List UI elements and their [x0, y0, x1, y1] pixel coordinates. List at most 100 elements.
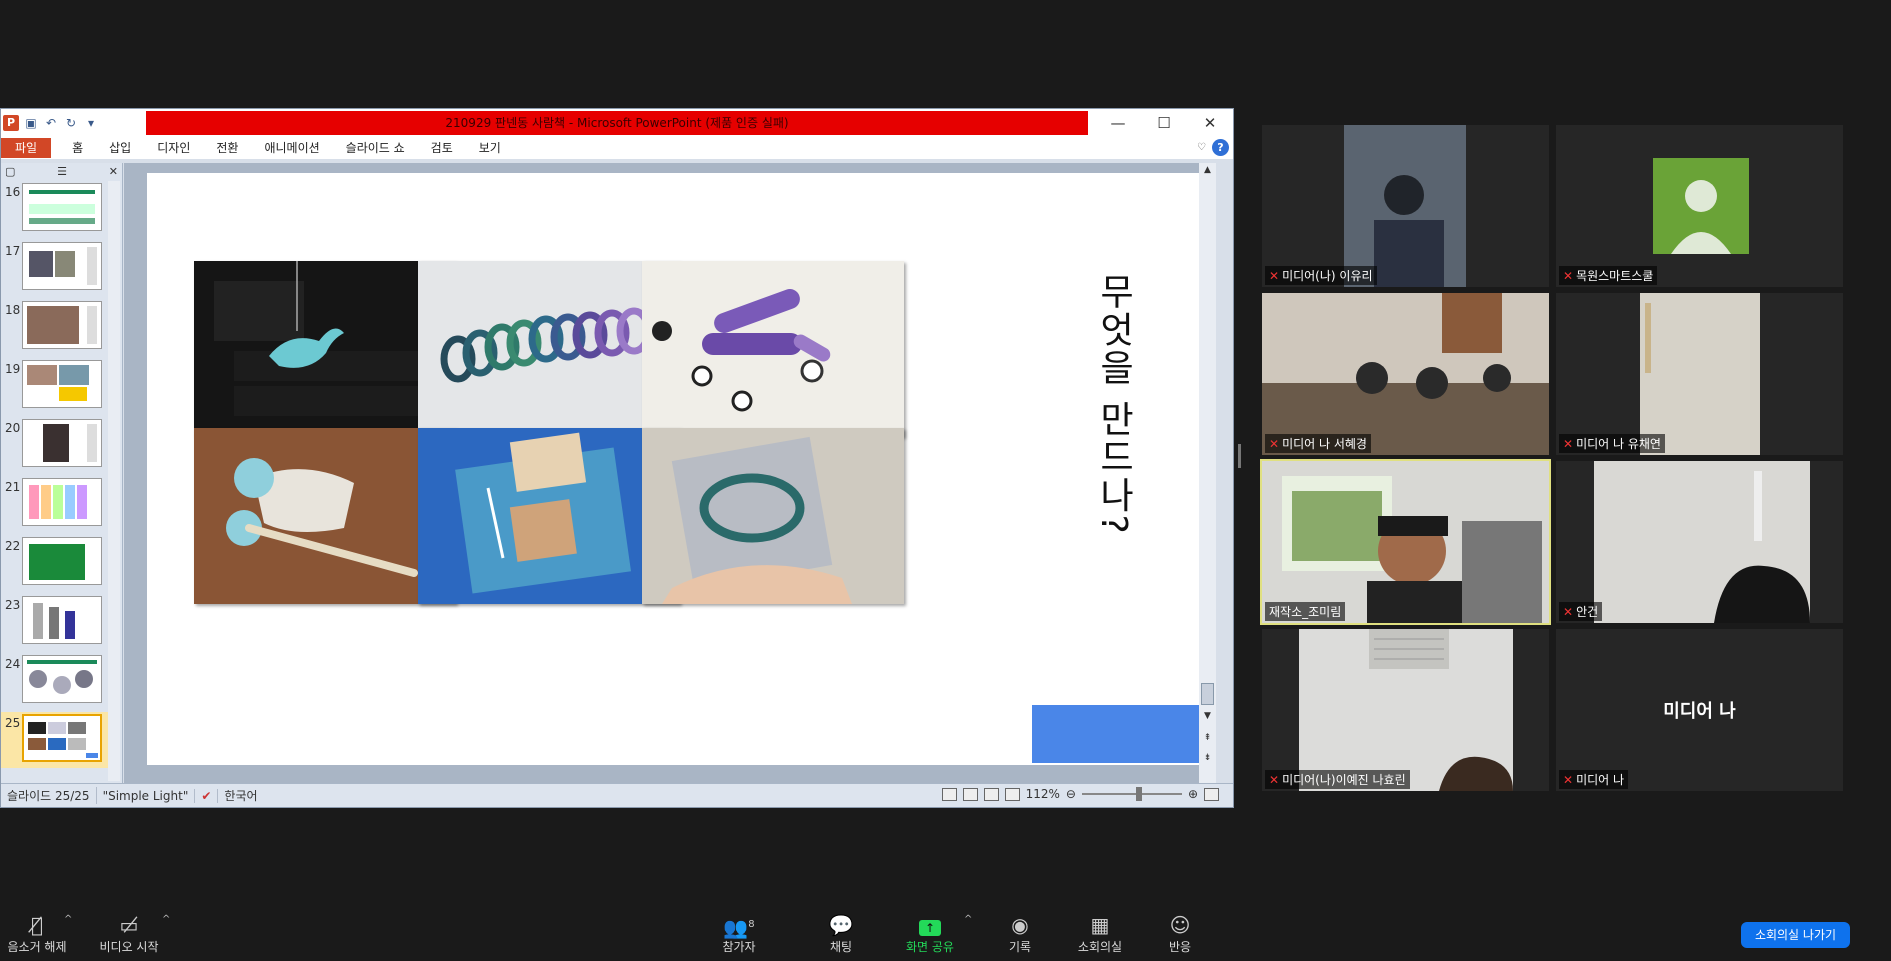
chevron-down-icon[interactable]: ♡ [1197, 142, 1206, 153]
muted-mic-icon: ✕ [1563, 268, 1574, 283]
chat-label: 채팅 [829, 940, 853, 954]
chevron-up-icon[interactable]: ^ [162, 914, 170, 925]
ribbon-right: ♡ ? [1197, 139, 1229, 156]
zoom-level[interactable]: 112% [1026, 787, 1060, 801]
redo-icon[interactable]: ↻ [63, 115, 79, 131]
save-icon[interactable]: ▣ [23, 115, 39, 131]
scroll-up-icon[interactable]: ▲ [1201, 165, 1214, 178]
tab-slideshow[interactable]: 슬라이드 쇼 [333, 137, 418, 159]
participant-tile[interactable]: ✕ 미디어 나 유채연 [1556, 293, 1843, 455]
participants-button[interactable]: 👥8 참가자 [714, 912, 764, 955]
zoom-controls: 112% ⊖ ⊕ [941, 787, 1219, 801]
undo-icon[interactable]: ↶ [43, 115, 59, 131]
record-icon: ◉ [1011, 913, 1029, 937]
normal-view-icon[interactable] [941, 787, 957, 801]
current-slide[interactable]: 무엇을 만드나? [147, 173, 1199, 765]
participant-name: 미디어(나) 이유리 [1282, 269, 1373, 283]
slide-thumbnail[interactable]: 22 [1, 535, 109, 591]
record-button[interactable]: ◉ 기록 [1004, 912, 1036, 955]
slides-tab-icon[interactable]: ▢ [5, 165, 15, 178]
maximize-button[interactable]: ☐ [1141, 109, 1187, 137]
slide-thumbnail-current[interactable]: 25 [1, 712, 109, 768]
slide-thumbnail[interactable]: 18 [1, 299, 109, 355]
customize-icon[interactable]: ▾ [83, 115, 99, 131]
chevron-up-icon[interactable]: ^ [964, 914, 972, 925]
participant-tile[interactable]: 미디어 나 ✕ 미디어 나 [1556, 629, 1843, 791]
scroll-thumb[interactable] [1201, 683, 1214, 705]
meeting-toolbar: 🎙̸ 음소거 해제 ^ ▭̸ 비디오 시작 ^ 👥8 참가자 💬 채팅 ↑ 화면… [0, 890, 1891, 961]
slide-thumbnail[interactable]: 24 [1, 653, 109, 709]
tab-design[interactable]: 디자인 [144, 137, 203, 159]
next-slide-icon[interactable]: ⇟ [1201, 753, 1214, 766]
participant-name: 재작소_조미림 [1269, 605, 1342, 619]
powerpoint-logo-icon[interactable]: P [3, 115, 19, 131]
muted-mic-icon: ✕ [1269, 436, 1280, 451]
unmute-button[interactable]: 🎙̸ 음소거 해제 [4, 912, 70, 955]
slide-title: 무엇을 만드나? [1093, 273, 1134, 536]
start-video-button[interactable]: ▭̸ 비디오 시작 [96, 912, 162, 955]
scroll-down-icon[interactable]: ▼ [1201, 711, 1214, 724]
slide-thumbnail[interactable]: 16 [1, 181, 109, 237]
screen: P ▣ ↶ ↻ ▾ 210929 판넨동 사람책 - Microsoft Pow… [0, 0, 1891, 961]
tab-home[interactable]: 홈 [59, 137, 96, 159]
zoom-out-icon[interactable]: ⊖ [1066, 787, 1076, 801]
outline-tab-icon[interactable]: ☰ [57, 165, 67, 178]
chat-button[interactable]: 💬 채팅 [820, 912, 862, 955]
participant-tile-active-speaker[interactable]: 재작소_조미림 [1260, 459, 1551, 625]
participant-tile[interactable]: ✕ 목원스마트스쿨 [1556, 125, 1843, 287]
chat-icon: 💬 [828, 913, 854, 937]
share-screen-button[interactable]: ↑ 화면 공유 [898, 912, 962, 955]
help-icon[interactable]: ? [1212, 139, 1229, 156]
reading-view-icon[interactable] [983, 787, 999, 801]
recycled-bars-image [642, 261, 904, 437]
slide-thumbnail[interactable]: 20 [1, 417, 109, 473]
whale-keychain-image [194, 261, 456, 437]
muted-mic-icon: ✕ [1563, 436, 1574, 451]
fit-to-window-icon[interactable] [1204, 787, 1219, 801]
close-icon[interactable]: ✕ [109, 165, 118, 178]
participants-label: 참가자 [722, 940, 756, 954]
participants-count: 8 [748, 919, 755, 930]
share-screen-icon: ↑ [898, 912, 962, 938]
tab-animations[interactable]: 애니메이션 [251, 137, 332, 159]
tab-file[interactable]: 파일 [1, 138, 52, 158]
zoom-slider-thumb[interactable] [1135, 787, 1142, 801]
participant-tile[interactable]: ✕ 미디어(나)이예진 나효린 [1262, 629, 1549, 791]
tab-insert[interactable]: 삽입 [96, 137, 144, 159]
slide-scrollbar[interactable]: ▲ ▼ ⇞ ⇟ [1199, 163, 1216, 783]
participant-tile[interactable]: ✕ 미디어(나) 이유리 [1262, 125, 1549, 287]
slide-thumbnail[interactable]: 21 [1, 476, 109, 532]
photo-recycled-clipboard [418, 428, 680, 604]
clipboard-image [418, 428, 680, 604]
tab-review[interactable]: 검토 [418, 137, 466, 159]
unmute-label: 음소거 해제 [7, 940, 67, 954]
accent-block [1032, 705, 1199, 763]
slide-thumbnail[interactable]: 19 [1, 358, 109, 414]
tab-view[interactable]: 보기 [466, 137, 514, 159]
participant-tile[interactable]: ✕ 안건 [1556, 461, 1843, 623]
slide-thumbnail[interactable]: 23 [1, 594, 109, 650]
tab-transitions[interactable]: 전환 [203, 137, 251, 159]
zoom-in-icon[interactable]: ⊕ [1188, 787, 1198, 801]
reactions-button[interactable]: ☺ 반응 [1164, 912, 1196, 955]
ppt-titlebar: P ▣ ↶ ↻ ▾ 210929 판넨동 사람책 - Microsoft Pow… [1, 109, 1233, 137]
chevron-up-icon[interactable]: ^ [64, 914, 72, 925]
split-divider-handle[interactable] [1238, 444, 1241, 468]
spellcheck-icon[interactable]: ✔ [195, 788, 219, 803]
mic-off-icon: 🎙̸ [30, 913, 43, 937]
close-button[interactable]: ✕ [1187, 109, 1233, 137]
breakout-rooms-button[interactable]: ▦ 소회의실 [1074, 912, 1126, 955]
minimize-button[interactable]: — [1095, 109, 1141, 137]
language-indicator[interactable]: 한국어 [218, 787, 263, 804]
previous-slide-icon[interactable]: ⇞ [1201, 733, 1214, 746]
zoom-slider[interactable] [1081, 787, 1182, 801]
slide-sorter-icon[interactable] [962, 787, 978, 801]
leave-breakout-room-button[interactable]: 소회의실 나가기 [1741, 922, 1850, 948]
participant-name: 미디어 나 유채연 [1576, 437, 1661, 451]
thumb-panel-header: ▢ ☰ ✕ [1, 163, 122, 179]
participant-name: 안건 [1576, 605, 1599, 619]
slideshow-view-icon[interactable] [1004, 787, 1020, 801]
participant-tile[interactable]: ✕ 미디어 나 서혜경 [1262, 293, 1549, 455]
thumbnail-scrollbar[interactable] [108, 181, 120, 781]
slide-thumbnail[interactable]: 17 [1, 240, 109, 296]
